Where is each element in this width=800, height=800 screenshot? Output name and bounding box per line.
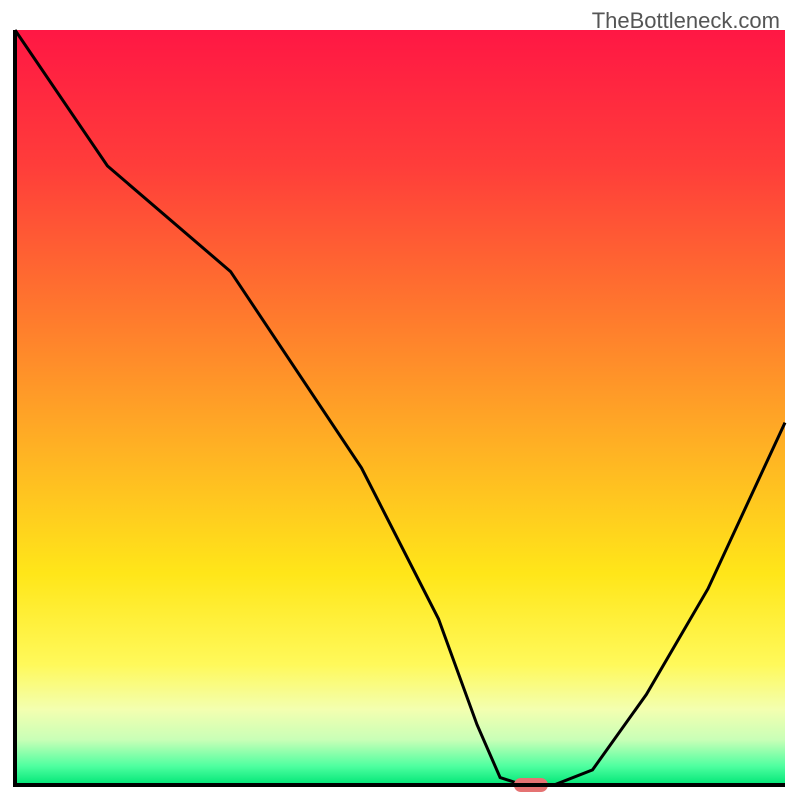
bottleneck-chart (0, 0, 800, 800)
chart-container: TheBottleneck.com (0, 0, 800, 800)
watermark-label: TheBottleneck.com (592, 8, 780, 34)
gradient-background (15, 30, 785, 785)
